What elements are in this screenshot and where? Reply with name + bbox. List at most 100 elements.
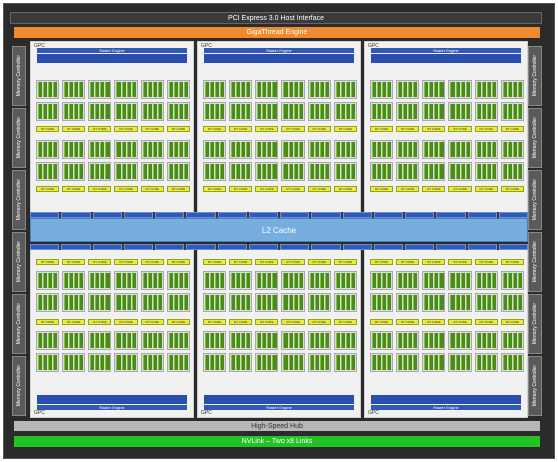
rt-core: RT CORE [333, 319, 357, 325]
streaming-multiprocessor [307, 102, 331, 121]
rt-core: RT CORE [307, 126, 331, 132]
streaming-multiprocessor [255, 80, 279, 99]
memory-controller: Memory Controller [528, 232, 542, 292]
raster-engine: Raster Engine [371, 48, 521, 53]
rt-core: RT CORE [229, 186, 253, 192]
memory-controller-label: Memory Controller [532, 303, 538, 345]
rt-core: RT CORE [500, 259, 524, 265]
memory-controller-label: Memory Controller [16, 55, 22, 97]
sm-row [370, 271, 524, 290]
streaming-multiprocessor [370, 162, 394, 181]
rt-core: RT CORE [140, 126, 164, 132]
streaming-multiprocessor [36, 353, 60, 372]
rt-core-row: RT CORE RT CORE RT CORE RT CORE RT CORE RT CO… [370, 126, 524, 132]
streaming-multiprocessor [166, 102, 190, 121]
streaming-multiprocessor [114, 271, 138, 290]
streaming-multiprocessor [203, 293, 227, 312]
l2-cache: L2 Cache [30, 218, 528, 242]
sm-row [370, 80, 524, 99]
rt-core: RT CORE [166, 126, 190, 132]
rt-core: RT CORE [88, 259, 112, 265]
memory-controller-label: Memory Controller [16, 179, 22, 221]
rt-core: RT CORE [140, 186, 164, 192]
sm-row [203, 331, 357, 350]
streaming-multiprocessor [500, 353, 524, 372]
rt-core: RT CORE [62, 186, 86, 192]
rt-core-row: RT CORE RT CORE RT CORE RT CORE RT CORE RT CO… [36, 126, 190, 132]
rt-core: RT CORE [333, 126, 357, 132]
rt-core: RT CORE [229, 126, 253, 132]
gpc: GPC Raster Engine RT CORE RT CORE RT CORE RT … [30, 246, 194, 418]
rt-core: RT CORE [422, 259, 446, 265]
sm-row [36, 293, 190, 312]
rt-core: RT CORE [448, 126, 472, 132]
streaming-multiprocessor [88, 353, 112, 372]
rt-core: RT CORE [255, 319, 279, 325]
memory-controller-label: Memory Controller [16, 303, 22, 345]
streaming-multiprocessor [396, 353, 420, 372]
rt-core: RT CORE [140, 259, 164, 265]
streaming-multiprocessor [448, 271, 472, 290]
rt-core: RT CORE [396, 319, 420, 325]
streaming-multiprocessor [396, 140, 420, 159]
streaming-multiprocessor [333, 102, 357, 121]
rt-core-row: RT CORE RT CORE RT CORE RT CORE RT CORE RT CO… [36, 259, 190, 265]
rt-core: RT CORE [333, 259, 357, 265]
rt-core: RT CORE [281, 126, 305, 132]
rt-core: RT CORE [114, 319, 138, 325]
streaming-multiprocessor [36, 102, 60, 121]
rt-core: RT CORE [114, 126, 138, 132]
sm-row [36, 162, 190, 181]
rt-core: RT CORE [166, 186, 190, 192]
streaming-multiprocessor [88, 331, 112, 350]
streaming-multiprocessor [203, 140, 227, 159]
streaming-multiprocessor [140, 102, 164, 121]
sm-row [36, 102, 190, 121]
raster-engine: Raster Engine [37, 48, 187, 53]
streaming-multiprocessor [166, 80, 190, 99]
rt-core-row: RT CORE RT CORE RT CORE RT CORE RT CORE RT CO… [370, 259, 524, 265]
memory-controller-label: Memory Controller [16, 117, 22, 159]
sm-row [370, 293, 524, 312]
sm-row [370, 140, 524, 159]
streaming-multiprocessor [114, 293, 138, 312]
nvlink-bar: NVLink – Two x8 Links [14, 436, 540, 447]
gpc: GPC Raster Engine RT CORE RT CORE RT CORE RT … [30, 41, 194, 213]
streaming-multiprocessor [500, 162, 524, 181]
streaming-multiprocessor [422, 80, 446, 99]
rt-core: RT CORE [422, 186, 446, 192]
rt-core: RT CORE [114, 186, 138, 192]
streaming-multiprocessor [36, 271, 60, 290]
memory-controller-label: Memory Controller [16, 241, 22, 283]
streaming-multiprocessor [114, 162, 138, 181]
streaming-multiprocessor [229, 162, 253, 181]
streaming-multiprocessor [448, 293, 472, 312]
streaming-multiprocessor [255, 271, 279, 290]
rt-core: RT CORE [474, 259, 498, 265]
memory-controller-label: Memory Controller [532, 179, 538, 221]
sm-row [36, 140, 190, 159]
memory-controller: Memory Controller [12, 232, 26, 292]
streaming-multiprocessor [307, 80, 331, 99]
streaming-multiprocessor [255, 140, 279, 159]
rt-core: RT CORE [500, 126, 524, 132]
rt-core-row: RT CORE RT CORE RT CORE RT CORE RT CORE RT CO… [370, 319, 524, 325]
streaming-multiprocessor [307, 293, 331, 312]
rt-core: RT CORE [140, 319, 164, 325]
streaming-multiprocessor [166, 331, 190, 350]
streaming-multiprocessor [203, 80, 227, 99]
streaming-multiprocessor [88, 102, 112, 121]
streaming-multiprocessor [114, 140, 138, 159]
rt-core: RT CORE [88, 319, 112, 325]
streaming-multiprocessor [422, 353, 446, 372]
streaming-multiprocessor [255, 293, 279, 312]
streaming-multiprocessor [62, 102, 86, 121]
pcie-host-interface: PCI Express 3.0 Host Interface [10, 12, 542, 24]
rt-core: RT CORE [307, 259, 331, 265]
streaming-multiprocessor [229, 271, 253, 290]
streaming-multiprocessor [422, 102, 446, 121]
streaming-multiprocessor [396, 331, 420, 350]
rt-core: RT CORE [370, 319, 394, 325]
rt-core: RT CORE [229, 319, 253, 325]
streaming-multiprocessor [114, 102, 138, 121]
